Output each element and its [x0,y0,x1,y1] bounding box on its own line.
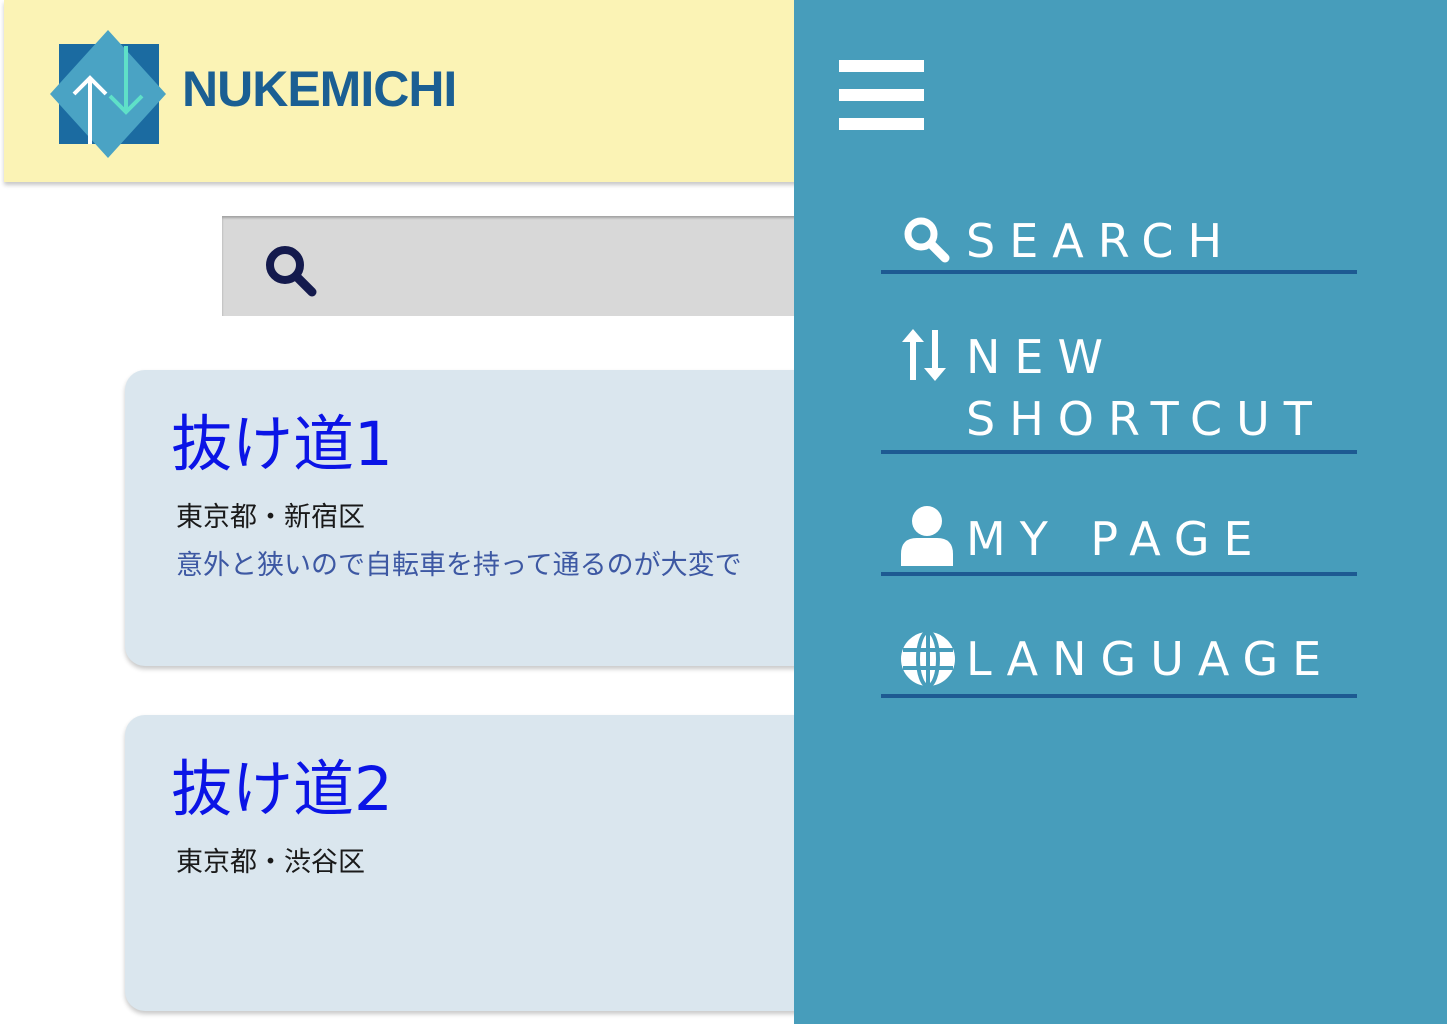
app-header: NUKEMICHI [4,0,804,182]
menu-divider [881,270,1357,274]
card-location: 東京都・渋谷区 [176,847,365,878]
app-name[interactable]: NUKEMICHI [182,64,457,114]
up-down-arrows-icon [902,329,946,381]
menu-label-new-shortcut: NEW SHORTCUT [966,326,1326,450]
menu-label-line1: NEW [966,330,1117,384]
menu-divider [881,450,1357,454]
menu-label-my-page: MY PAGE [966,512,1267,566]
card-title[interactable]: 抜け道1 [171,414,393,475]
hamburger-icon[interactable] [839,60,924,130]
navigation-drawer: SEARCH NEW SHORTCUT MY PAGE LANGUAGE [794,0,1447,1024]
menu-label-language: LANGUAGE [966,632,1336,686]
menu-divider [881,572,1357,576]
menu-label-search: SEARCH [966,214,1237,268]
menu-divider [881,694,1357,698]
menu-item-search[interactable]: SEARCH [881,206,1357,274]
search-input[interactable] [222,216,822,316]
menu-item-my-page[interactable]: MY PAGE [881,496,1357,576]
card-description: 意外と狭いので自転車を持って通るのが大変で [176,550,742,581]
globe-icon [901,630,955,688]
search-icon[interactable] [260,240,320,300]
shortcut-card[interactable]: 抜け道2 東京都・渋谷区 [125,715,845,1011]
app-logo-icon[interactable] [48,28,168,162]
menu-label-line2: SHORTCUT [966,392,1326,446]
card-title[interactable]: 抜け道2 [171,759,393,820]
card-location: 東京都・新宿区 [176,502,365,533]
menu-item-language[interactable]: LANGUAGE [881,618,1357,698]
menu-item-new-shortcut[interactable]: NEW SHORTCUT [881,322,1357,454]
shortcut-card[interactable]: 抜け道1 東京都・新宿区 意外と狭いので自転車を持って通るのが大変で [125,370,845,666]
user-icon [901,506,953,566]
search-icon [904,217,950,263]
